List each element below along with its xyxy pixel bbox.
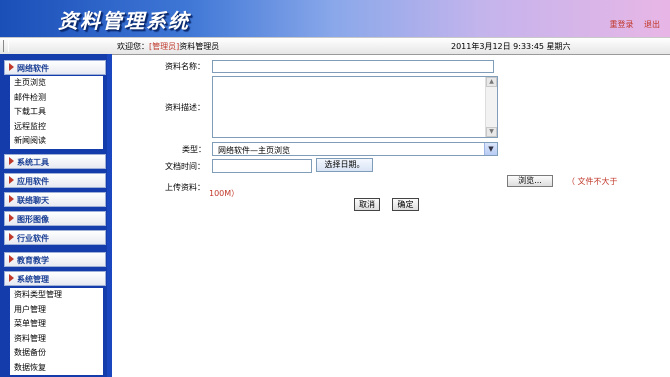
sidebar-category-system-tools[interactable]: 系统工具 xyxy=(4,154,106,169)
sidebar-category-education[interactable]: 教育教学 xyxy=(4,252,106,267)
description-textarea[interactable]: ▲ ▼ xyxy=(212,76,498,138)
category-label: 系统管理 xyxy=(17,275,49,284)
file-size-note: （ 文件不大于 xyxy=(567,177,618,186)
time-input[interactable] xyxy=(212,159,312,173)
sidebar-item-download-tools[interactable]: 下载工具 xyxy=(10,105,103,120)
app-logo: 资料管理系统 xyxy=(58,9,190,33)
user-role: [管理员] xyxy=(149,42,180,51)
category-label: 联络聊天 xyxy=(17,196,49,205)
choose-date-button[interactable]: 选择日期。 xyxy=(316,158,373,172)
logout-link[interactable]: 退出 xyxy=(644,20,660,29)
sidebar-item-data-management[interactable]: 资料管理 xyxy=(10,332,103,347)
triangle-icon xyxy=(9,157,14,165)
sidebar: 网络软件 主页浏览 邮件检测 下载工具 远程监控 新闻阅读 系统工具 应用软件 … xyxy=(0,54,112,377)
header-links: 重登录 退出 xyxy=(601,19,660,30)
description-label: 资料描述： xyxy=(165,103,205,112)
network-software-submenu: 主页浏览 邮件检测 下载工具 远程监控 新闻阅读 xyxy=(10,76,103,149)
system-admin-submenu: 资料类型管理 用户管理 菜单管理 资料管理 数据备份 数据恢复 xyxy=(10,288,103,375)
sidebar-item-menu-management[interactable]: 菜单管理 xyxy=(10,317,103,332)
current-datetime: 2011年3月12日 9:33:45 星期六 xyxy=(451,42,571,51)
upload-label: 上传资料： xyxy=(165,183,205,192)
sidebar-category-chat[interactable]: 联络聊天 xyxy=(4,192,106,207)
type-label: 类型： xyxy=(182,145,206,154)
sidebar-category-application-software[interactable]: 应用软件 xyxy=(4,173,106,188)
status-bar: 欢迎您：[管理员]资料管理员 2011年3月12日 9:33:45 星期六 xyxy=(0,37,670,55)
sidebar-edge xyxy=(107,54,112,377)
sidebar-item-remote-monitor[interactable]: 远程监控 xyxy=(10,120,103,135)
sidebar-item-data-restore[interactable]: 数据恢复 xyxy=(10,361,103,376)
category-label: 系统工具 xyxy=(17,158,49,167)
sidebar-category-system-admin[interactable]: 系统管理 xyxy=(4,271,106,286)
scroll-up-icon[interactable]: ▲ xyxy=(486,77,497,87)
category-label: 图形图像 xyxy=(17,215,49,224)
triangle-icon xyxy=(9,233,14,241)
confirm-button[interactable]: 确定 xyxy=(392,198,419,211)
file-size-note-continued: 100M） xyxy=(209,189,240,198)
cancel-button[interactable]: 取消 xyxy=(354,198,380,211)
category-label: 网络软件 xyxy=(17,64,49,73)
category-label: 教育教学 xyxy=(17,256,49,265)
sidebar-item-news-reader[interactable]: 新闻阅读 xyxy=(10,134,103,149)
browse-button[interactable]: 浏览... xyxy=(507,175,553,187)
sidebar-category-graphics[interactable]: 图形图像 xyxy=(4,211,106,226)
welcome-prefix: 欢迎您： xyxy=(117,42,149,51)
triangle-icon xyxy=(9,195,14,203)
category-label: 应用软件 xyxy=(17,177,49,186)
sidebar-category-industry-software[interactable]: 行业软件 xyxy=(4,230,106,245)
sidebar-item-mail-check[interactable]: 邮件检测 xyxy=(10,91,103,106)
toolbar-handle xyxy=(3,40,9,52)
scroll-down-icon[interactable]: ▼ xyxy=(486,127,497,137)
name-label: 资料名称： xyxy=(165,62,205,71)
sidebar-item-user-management[interactable]: 用户管理 xyxy=(10,303,103,318)
triangle-icon xyxy=(9,176,14,184)
sidebar-item-homepage-browse[interactable]: 主页浏览 xyxy=(10,76,103,91)
textarea-scrollbar[interactable]: ▲ ▼ xyxy=(485,77,497,137)
username: 资料管理员 xyxy=(179,42,220,51)
header-banner: 资料管理系统 重登录 退出 xyxy=(0,0,670,37)
type-selected-value: 网络软件—主页浏览 xyxy=(218,146,290,155)
time-label: 文档时间： xyxy=(165,162,205,171)
category-label: 行业软件 xyxy=(17,234,49,243)
relogin-link[interactable]: 重登录 xyxy=(609,20,633,29)
triangle-icon xyxy=(9,274,14,282)
triangle-icon xyxy=(9,255,14,263)
sidebar-item-data-backup[interactable]: 数据备份 xyxy=(10,346,103,361)
name-input[interactable] xyxy=(212,60,494,73)
type-select[interactable]: 网络软件—主页浏览 ▼ xyxy=(212,142,498,156)
chevron-down-icon[interactable]: ▼ xyxy=(484,143,497,155)
sidebar-category-network-software[interactable]: 网络软件 xyxy=(4,60,106,75)
triangle-icon xyxy=(9,63,14,71)
welcome-text: 欢迎您：[管理员]资料管理员 xyxy=(117,41,219,52)
sidebar-item-type-management[interactable]: 资料类型管理 xyxy=(10,288,103,303)
triangle-icon xyxy=(9,214,14,222)
